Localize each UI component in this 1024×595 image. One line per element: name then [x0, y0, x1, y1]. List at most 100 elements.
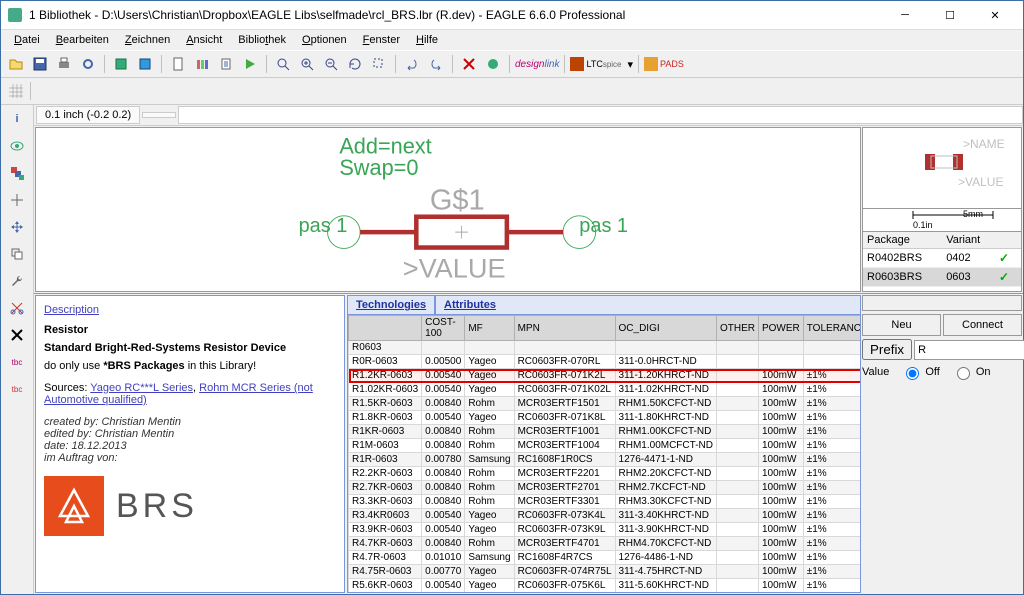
titlebar: 1 Bibliothek - D:\Users\Christian\Dropbo… — [1, 1, 1023, 30]
delete-icon[interactable] — [3, 323, 31, 347]
table-row[interactable]: R1.02KR-06030.00540YageoRC0603FR-071K02L… — [349, 383, 862, 397]
ltspice-icon[interactable]: LTC — [570, 57, 602, 71]
device-controls: Neu Connect Prefix Value Off On — [862, 295, 1022, 593]
table-row[interactable]: R1.8KR-06030.00540YageoRC0603FR-071K8L31… — [349, 411, 862, 425]
sheet-icon[interactable] — [167, 53, 189, 75]
mode-toolbar — [1, 78, 1023, 105]
prefix-input[interactable] — [914, 340, 1024, 360]
designlink-icon[interactable]: designlink — [515, 59, 559, 70]
window-title: 1 Bibliothek - D:\Users\Christian\Dropbo… — [29, 8, 883, 22]
command-input[interactable] — [178, 106, 1023, 124]
coord-mode[interactable] — [142, 112, 176, 118]
table-row[interactable]: R1.2KR-06030.00540YageoRC0603FR-071K2L31… — [349, 369, 862, 383]
script-icon[interactable] — [215, 53, 237, 75]
table-row[interactable]: R3.4KR06030.00540YageoRC0603FR-073K4L311… — [349, 509, 862, 523]
close-button[interactable]: ✕ — [973, 2, 1017, 28]
zoom-in-icon[interactable] — [296, 53, 318, 75]
package-preview: >NAME >VALUE — [862, 127, 1022, 209]
value-on-radio[interactable]: On — [952, 364, 991, 380]
canvas-pas-left: pas 1 — [299, 215, 348, 237]
menu-ansicht[interactable]: Ansicht — [179, 32, 229, 48]
grid-icon[interactable] — [5, 80, 27, 102]
maximize-button[interactable]: ☐ — [928, 2, 972, 28]
cut-icon[interactable] — [3, 296, 31, 320]
run-icon[interactable] — [239, 53, 261, 75]
canvas-swap-text: Swap=0 — [339, 155, 418, 180]
table-row[interactable]: R0603 — [349, 341, 862, 355]
description-link[interactable]: Description — [44, 304, 99, 316]
table-row[interactable]: R0R-06030.00500YageoRC0603FR-070RL311-0.… — [349, 355, 862, 369]
table-row[interactable]: R3.3KR-06030.00840RohmMCR03ERTF3301RHM3.… — [349, 495, 862, 509]
open-icon[interactable] — [5, 53, 27, 75]
table-row[interactable]: R2.7KR-06030.00840RohmMCR03ERTF2701RHM2.… — [349, 481, 862, 495]
stop-icon[interactable] — [458, 53, 480, 75]
wrench-icon[interactable] — [3, 269, 31, 293]
table-row[interactable]: R1KR-06030.00840RohmMCR03ERTF1001RHM1.00… — [349, 425, 862, 439]
package-row[interactable]: R0603BRS0603✓ — [863, 268, 1021, 287]
print-icon[interactable] — [53, 53, 75, 75]
menu-optionen[interactable]: Optionen — [295, 32, 354, 48]
package-row[interactable]: R0402BRS0402✓ — [863, 249, 1021, 268]
prefix-button[interactable]: Prefix — [862, 339, 912, 360]
menu-hilfe[interactable]: Hilfe — [409, 32, 445, 48]
library-icon[interactable] — [191, 53, 213, 75]
package-table[interactable]: PackageVariant R0402BRS0402✓R0603BRS0603… — [862, 232, 1022, 292]
cam-icon[interactable] — [77, 53, 99, 75]
table-row[interactable]: R4.75R-06030.00770YageoRC0603FR-074R75L3… — [349, 565, 862, 579]
menu-fenster[interactable]: Fenster — [356, 32, 407, 48]
menu-bearbeiten[interactable]: Bearbeiten — [49, 32, 116, 48]
copy-icon[interactable] — [3, 242, 31, 266]
table-row[interactable]: R3.9KR-06030.00540YageoRC0603FR-073K9L31… — [349, 523, 862, 537]
tab-attributes[interactable]: Attributes — [435, 295, 861, 314]
show-icon[interactable] — [3, 134, 31, 158]
h-scrollbar[interactable] — [862, 295, 1022, 311]
connect-button[interactable]: Connect — [943, 314, 1022, 336]
minimize-button[interactable]: ─ — [883, 2, 927, 28]
tab-technologies[interactable]: Technologies — [347, 295, 435, 314]
save-icon[interactable] — [29, 53, 51, 75]
value-off-radio[interactable]: Off — [901, 364, 939, 380]
zoom-select-icon[interactable] — [368, 53, 390, 75]
menubar: Datei Bearbeiten Zeichnen Ansicht Biblio… — [1, 30, 1023, 50]
coord-readout: 0.1 inch (-0.2 0.2) — [36, 106, 140, 124]
description-panel: Description Resistor Standard Bright-Red… — [35, 295, 345, 593]
redo-icon[interactable] — [425, 53, 447, 75]
table-row[interactable]: R4.7R-06030.01010SamsungRC1608F4R7CS1276… — [349, 551, 862, 565]
schematic-icon[interactable] — [134, 53, 156, 75]
table-row[interactable]: R2.2KR-06030.00840RohmMCR03ERTF2201RHM2.… — [349, 467, 862, 481]
pin-icon[interactable]: tbc — [3, 350, 31, 374]
package-panel: >NAME >VALUE 5mm0.1in PackageVariant — [862, 127, 1022, 292]
connect-icon[interactable]: tbc — [3, 377, 31, 401]
desc-title: Resistor — [44, 324, 336, 336]
neu-button[interactable]: Neu — [862, 314, 941, 336]
board-icon[interactable] — [110, 53, 132, 75]
zoom-out-icon[interactable] — [320, 53, 342, 75]
table-row[interactable]: R5.6KR-06030.00540YageoRC0603FR-075K6L31… — [349, 579, 862, 593]
menu-zeichnen[interactable]: Zeichnen — [118, 32, 177, 48]
menu-bibliothek[interactable]: Bibliothek — [231, 32, 293, 48]
attributes-grid[interactable]: COST-100MFMPNOC_DIGIOTHERPOWERTOLERANCEV… — [347, 314, 861, 593]
table-row[interactable]: R1M-06030.00840RohmMCR03ERTF1004RHM1.00M… — [349, 439, 862, 453]
zoom-fit-icon[interactable] — [272, 53, 294, 75]
zoom-redraw-icon[interactable] — [344, 53, 366, 75]
go-icon[interactable] — [482, 53, 504, 75]
menu-datei[interactable]: Datei — [7, 32, 47, 48]
undo-icon[interactable] — [401, 53, 423, 75]
main-area: 0.1 inch (-0.2 0.2) Add=next Swap=0 G$1 … — [34, 105, 1023, 594]
info-icon[interactable]: i — [3, 107, 31, 131]
canvas-gate-text: G$1 — [430, 185, 485, 217]
svg-text:>VALUE: >VALUE — [958, 175, 1003, 189]
app-window: 1 Bibliothek - D:\Users\Christian\Dropbo… — [0, 0, 1024, 595]
main-toolbar: designlink LTC spice ▾ PADS — [1, 50, 1023, 78]
table-row[interactable]: R1R-06030.00780SamsungRC1608F1R0CS1276-4… — [349, 453, 862, 467]
package-row[interactable]: R0805BRS0805✓ — [863, 287, 1021, 293]
desc-note: do only use *BRS Packages in this Librar… — [44, 360, 336, 372]
table-row[interactable]: R1.5KR-06030.00840RohmMCR03ERTF1501RHM1.… — [349, 397, 862, 411]
table-row[interactable]: R4.7KR-06030.00840RohmMCR03ERTF4701RHM4.… — [349, 537, 862, 551]
mark-icon[interactable] — [3, 188, 31, 212]
move-icon[interactable] — [3, 215, 31, 239]
svg-text:0.1in: 0.1in — [913, 220, 933, 230]
symbol-canvas[interactable]: Add=next Swap=0 G$1 pas 1 pas 1 >VALUE — [35, 127, 861, 292]
pads-icon[interactable]: PADS — [644, 57, 684, 71]
layers-icon[interactable] — [3, 161, 31, 185]
